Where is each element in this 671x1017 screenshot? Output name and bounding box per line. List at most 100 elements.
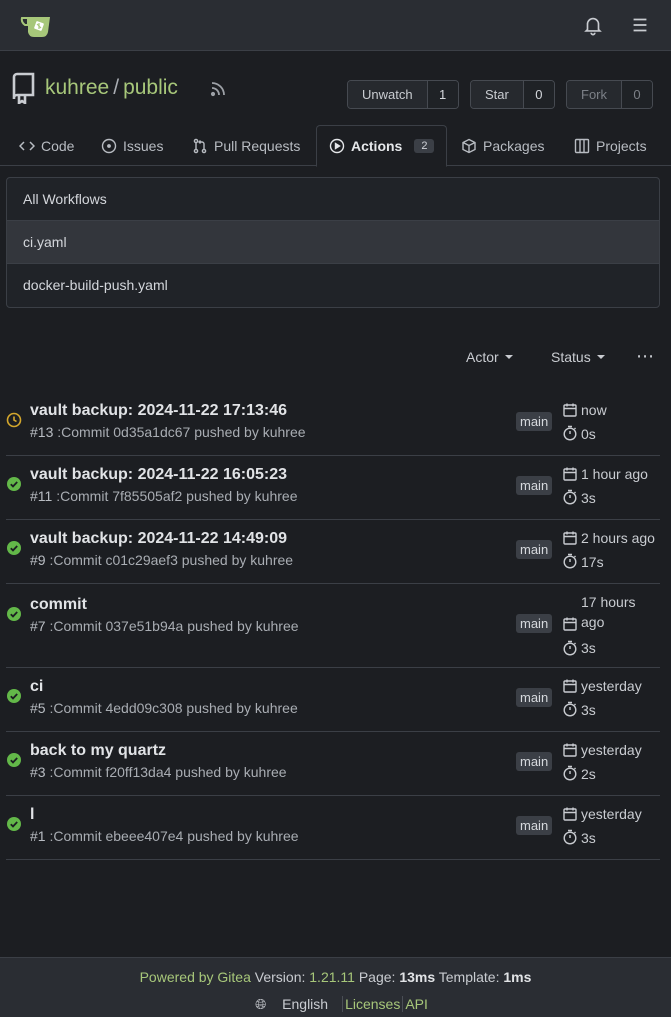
check-circle-icon — [7, 607, 21, 621]
repo-icon — [12, 72, 35, 104]
calendar-icon — [563, 743, 577, 757]
star-button[interactable]: Star — [471, 81, 524, 108]
gitea-logo-icon[interactable] — [20, 12, 52, 40]
tab-code[interactable]: Code — [19, 125, 74, 166]
bell-icon[interactable] — [582, 14, 604, 36]
calendar-icon — [563, 807, 577, 821]
globe-icon: 🌐︎ — [255, 996, 267, 1012]
run-row[interactable]: vault backup: 2024-11-22 16:05:23 #11 :Co… — [6, 456, 660, 520]
run-row[interactable]: back to my quartz #3 :Commit f20ff13da4 p… — [6, 732, 660, 796]
unwatch-button[interactable]: Unwatch — [348, 81, 428, 108]
run-title[interactable]: ci — [30, 678, 43, 696]
tab-actions[interactable]: Actions 2 — [316, 125, 448, 167]
issue-icon — [101, 138, 117, 153]
branch-label[interactable]: main — [516, 688, 553, 707]
run-commit-info: :Commit 0d35a1dc67 pushed by kuhree — [53, 424, 306, 440]
powered-by-link[interactable]: Powered by Gitea — [140, 969, 251, 985]
footer-divider — [342, 996, 344, 1012]
template-time-value: 1ms — [503, 969, 532, 985]
run-row[interactable]: vault backup: 2024-11-22 17:13:46 #13 :Co… — [6, 392, 660, 456]
play-icon — [329, 138, 345, 154]
fork-button-group: Fork 0 — [566, 80, 653, 109]
run-subtitle: #7 :Commit 037e51b94a pushed by kuhree — [30, 618, 299, 634]
star-count[interactable]: 0 — [523, 81, 554, 108]
run-number: #7 — [30, 618, 46, 634]
branch-label[interactable]: main — [516, 476, 553, 495]
stopwatch-icon — [563, 640, 577, 656]
run-duration: 0s — [581, 426, 596, 442]
repo-name-link[interactable]: public — [123, 76, 178, 99]
run-duration: 3s — [581, 830, 596, 846]
calendar-icon — [563, 531, 577, 545]
tab-code-label: Code — [41, 137, 75, 154]
check-circle-icon — [7, 689, 21, 703]
run-title[interactable]: vault backup: 2024-11-22 14:49:09 — [30, 530, 287, 548]
star-button-group: Star 0 — [470, 80, 555, 109]
run-time: yesterday — [581, 678, 642, 694]
actor-filter-dropdown[interactable]: Actor — [466, 349, 513, 365]
tab-issues[interactable]: Issues — [101, 125, 163, 166]
code-icon — [19, 140, 35, 151]
more-options-icon[interactable]: ⋯ — [636, 346, 655, 367]
calendar-icon — [563, 403, 577, 417]
chevron-down-icon — [504, 355, 513, 359]
run-row[interactable]: l #1 :Commit ebeee407e4 pushed by kuhree m… — [6, 796, 660, 860]
footer: Powered by Gitea Version: 1.21.11 Page: … — [0, 957, 671, 1017]
workflow-item-docker-build-push[interactable]: docker-build-push.yaml — [7, 264, 659, 307]
run-number: #9 — [30, 552, 46, 568]
run-row[interactable]: commit #7 :Commit 037e51b94a pushed by ku… — [6, 584, 660, 668]
tab-pull-requests-label: Pull Requests — [214, 137, 301, 154]
workflow-item-ci[interactable]: ci.yaml — [7, 221, 659, 264]
stopwatch-icon — [563, 829, 577, 845]
workflow-item-all[interactable]: All Workflows — [7, 178, 659, 221]
check-circle-icon — [7, 817, 21, 831]
tab-packages[interactable]: Packages — [461, 125, 544, 166]
run-duration: 2s — [581, 766, 596, 782]
run-title[interactable]: l — [30, 806, 34, 824]
run-title[interactable]: back to my quartz — [30, 742, 166, 760]
run-row[interactable]: ci #5 :Commit 4edd09c308 pushed by kuhree… — [6, 668, 660, 732]
run-time: 17 hours ago — [581, 594, 636, 630]
run-title[interactable]: vault backup: 2024-11-22 16:05:23 — [30, 466, 287, 484]
licenses-link[interactable]: Licenses — [345, 996, 400, 1012]
status-filter-dropdown[interactable]: Status — [551, 349, 605, 365]
rss-icon[interactable] — [209, 80, 227, 98]
branch-label[interactable]: main — [516, 752, 553, 771]
run-title[interactable]: commit — [30, 596, 87, 614]
run-subtitle: #9 :Commit c01c29aef3 pushed by kuhree — [30, 552, 293, 568]
repo-owner-link[interactable]: kuhree — [45, 76, 109, 99]
run-commit-info: :Commit 4edd09c308 pushed by kuhree — [45, 700, 298, 716]
run-title[interactable]: vault backup: 2024-11-22 17:13:46 — [30, 402, 287, 420]
fork-button[interactable]: Fork — [567, 81, 622, 108]
branch-label[interactable]: main — [516, 540, 553, 559]
tab-projects[interactable]: Projects — [574, 125, 647, 166]
branch-label[interactable]: main — [516, 412, 553, 431]
version-label: Version: — [250, 969, 310, 985]
run-duration: 3s — [581, 490, 596, 506]
run-commit-info: :Commit 7f85505af2 pushed by kuhree — [52, 488, 298, 504]
repo-title: kuhree / public — [45, 76, 178, 100]
menu-icon[interactable] — [629, 14, 651, 36]
page-time-value: 13ms — [399, 969, 436, 985]
run-duration: 3s — [581, 702, 596, 718]
run-commit-info: :Commit c01c29aef3 pushed by kuhree — [45, 552, 294, 568]
calendar-icon — [563, 617, 577, 631]
run-commit-info: :Commit f20ff13da4 pushed by kuhree — [45, 764, 287, 780]
footer-info: Powered by Gitea Version: 1.21.11 Page: … — [0, 969, 671, 985]
project-board-icon — [574, 138, 590, 153]
run-number: #1 — [30, 828, 46, 844]
branch-label[interactable]: main — [516, 816, 553, 835]
fork-count[interactable]: 0 — [622, 81, 652, 108]
run-duration: 17s — [581, 554, 604, 570]
language-selector[interactable]: 🌐︎ English — [243, 996, 340, 1012]
api-link[interactable]: API — [405, 996, 428, 1012]
tab-pull-requests[interactable]: Pull Requests — [192, 125, 300, 166]
run-subtitle: #1 :Commit ebeee407e4 pushed by kuhree — [30, 828, 299, 844]
clock-status-icon — [6, 412, 22, 428]
tab-projects-label: Projects — [596, 137, 647, 154]
stopwatch-icon — [563, 425, 577, 441]
branch-label[interactable]: main — [516, 614, 553, 633]
run-row[interactable]: vault backup: 2024-11-22 14:49:09 #9 :Com… — [6, 520, 660, 584]
calendar-icon — [563, 467, 577, 481]
watch-count[interactable]: 1 — [427, 81, 458, 108]
